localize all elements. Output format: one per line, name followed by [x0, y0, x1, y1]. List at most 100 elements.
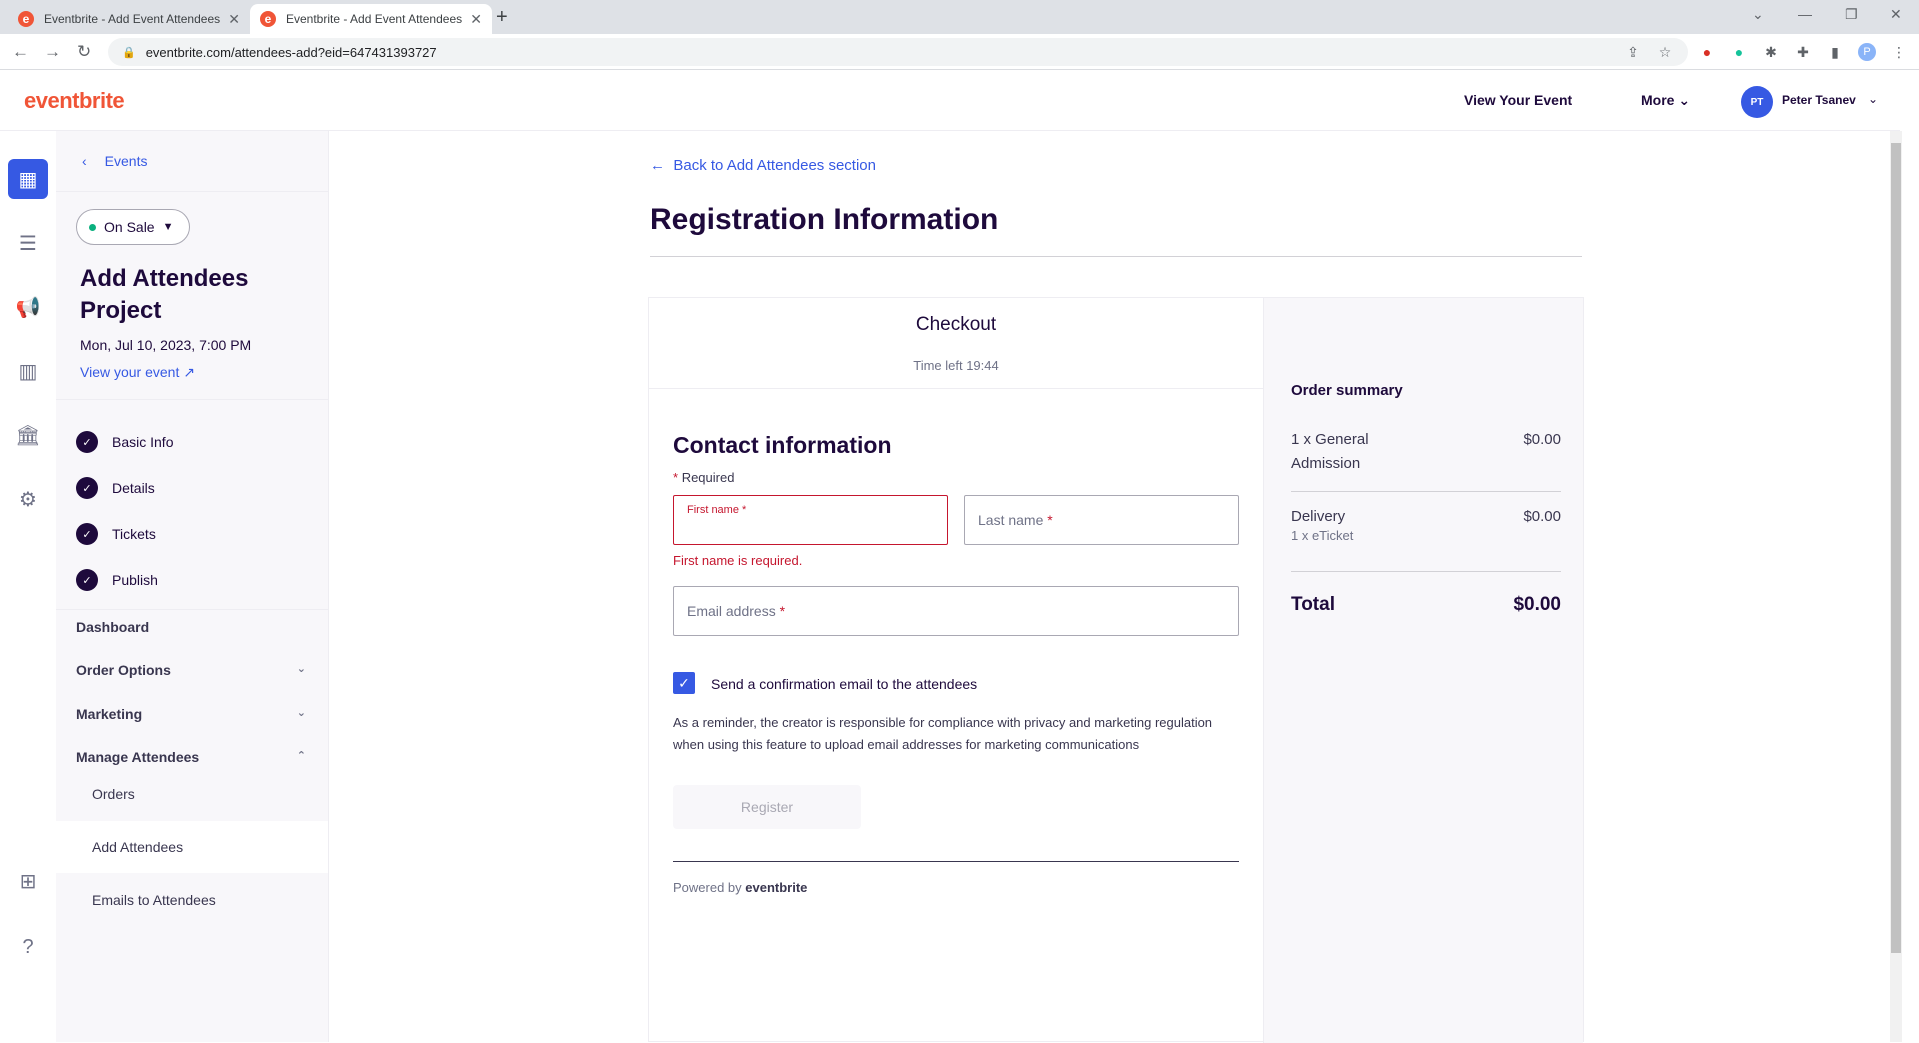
sub-nav-orders[interactable]: Orders [56, 768, 328, 820]
order-line-delivery: Delivery 1 x eTicket $0.00 [1291, 508, 1561, 543]
chevron-left-icon: ‹ [82, 153, 87, 169]
grammarly-icon[interactable]: ● [1730, 43, 1748, 61]
step-basic-info[interactable]: ✓ Basic Info [76, 431, 173, 453]
sub-nav-add-attendees[interactable]: Add Attendees [56, 821, 328, 873]
browser-tab-1[interactable]: e Eventbrite - Add Event Attendees ✕ [8, 4, 250, 34]
puzzle-extensions-icon[interactable]: ✚ [1794, 43, 1812, 61]
back-to-add-attendees-link[interactable]: ← Back to Add Attendees section [650, 157, 876, 174]
step-tickets[interactable]: ✓ Tickets [76, 523, 156, 545]
close-icon[interactable]: ✕ [228, 11, 240, 28]
last-name-field[interactable]: Last name * [964, 495, 1239, 545]
back-arrow-icon[interactable]: ← [12, 42, 29, 62]
nav-dashboard[interactable]: Dashboard [76, 619, 306, 635]
divider [673, 861, 1239, 862]
step-publish[interactable]: ✓ Publish [76, 569, 158, 591]
app-header: eventbrite View Your Event More ⌄ PT Pet… [0, 70, 1900, 131]
chevron-up-icon: ⌃ [296, 750, 306, 762]
more-menu[interactable]: More ⌄ [1641, 92, 1690, 109]
divider [650, 256, 1582, 257]
powered-by: Powered by eventbrite [673, 880, 807, 895]
user-avatar[interactable]: PT [1741, 86, 1773, 118]
sub-nav-emails-to-attendees[interactable]: Emails to Attendees [56, 874, 328, 926]
eventbrite-favicon-icon: e [18, 11, 34, 27]
step-details[interactable]: ✓ Details [76, 477, 155, 499]
bug-extension-icon[interactable]: ✱ [1762, 43, 1780, 61]
extension-red-icon[interactable]: ● [1698, 43, 1716, 61]
profile-avatar-icon[interactable]: P [1858, 43, 1876, 61]
status-dropdown[interactable]: On Sale ▼ [76, 209, 190, 245]
step-label: Details [112, 480, 155, 496]
nav-label: Marketing [76, 706, 143, 722]
divider [56, 609, 328, 610]
forward-arrow-icon[interactable]: → [44, 42, 61, 62]
new-tab-icon[interactable]: + [496, 6, 508, 29]
nav-label: Manage Attendees [76, 749, 200, 765]
chevron-down-icon: ⌄ [296, 663, 306, 675]
sub-nav-label: Orders [92, 786, 135, 802]
nav-marketing[interactable]: Marketing ⌄ [76, 706, 306, 722]
first-name-error: First name is required. [673, 553, 803, 568]
eventbrite-logo[interactable]: eventbrite [24, 88, 125, 114]
help-icon[interactable]: ? [8, 927, 48, 967]
bank-icon[interactable]: 🏛 [8, 415, 48, 455]
browser-tab-2[interactable]: e Eventbrite - Add Event Attendees ✕ [250, 4, 492, 34]
nav-label: Dashboard [76, 619, 150, 635]
kebab-menu-icon[interactable]: ⋮ [1890, 43, 1908, 61]
confirmation-checkbox[interactable]: ✓ [673, 672, 695, 694]
bar-chart-icon[interactable]: ▥ [8, 351, 48, 391]
checkout-widget: Checkout Time left 19:44 Contact informa… [648, 297, 1584, 1043]
nav-label: Order Options [76, 662, 171, 678]
confirmation-label[interactable]: Send a confirmation email to the attende… [711, 676, 977, 692]
contact-information-title: Contact information [673, 432, 892, 458]
orders-list-icon[interactable]: ☰ [8, 223, 48, 263]
step-label: Tickets [112, 526, 156, 542]
minimize-icon[interactable]: — [1798, 6, 1812, 22]
required-label: Required [681, 470, 735, 485]
register-button[interactable]: Register [673, 785, 861, 829]
share-icon[interactable]: ⇪ [1624, 43, 1642, 61]
chevron-down-icon[interactable]: ⌄ [1868, 92, 1878, 106]
compliance-reminder: As a reminder, the creator is responsibl… [673, 715, 1213, 752]
powered-by-label: Powered by [673, 880, 742, 895]
email-label: Email address [687, 603, 776, 619]
first-name-field[interactable]: First name * [673, 495, 948, 545]
reload-icon[interactable]: ↻ [77, 42, 91, 62]
user-name[interactable]: Peter Tsanev [1782, 93, 1856, 107]
lock-icon: 🔒 [122, 46, 136, 59]
more-label: More [1641, 92, 1675, 108]
check-circle-icon: ✓ [76, 523, 98, 545]
divider [56, 399, 328, 400]
required-note: * Required [673, 470, 735, 485]
window-close-icon[interactable]: ✕ [1890, 6, 1902, 23]
view-event-link[interactable]: View your event ↗ [80, 364, 195, 381]
browser-tab-strip: e Eventbrite - Add Event Attendees ✕ e E… [0, 0, 1919, 34]
sub-nav-label: Add Attendees [92, 839, 184, 855]
event-title: Add Attendees Project [80, 265, 249, 324]
gear-icon[interactable]: ⚙ [8, 479, 48, 519]
page-title: Registration Information [650, 203, 999, 236]
side-panel-icon[interactable]: ▮ [1826, 43, 1844, 61]
check-circle-icon: ✓ [76, 431, 98, 453]
tab-search-icon[interactable]: ⌄ [1752, 6, 1764, 23]
megaphone-icon[interactable]: 📢 [8, 287, 48, 327]
restore-icon[interactable]: ❐ [1845, 6, 1858, 23]
ticket-line-label: 1 x General Admission [1291, 431, 1369, 472]
status-label: On Sale [104, 219, 155, 235]
step-label: Publish [112, 572, 158, 588]
nav-order-options[interactable]: Order Options ⌄ [76, 662, 306, 678]
delivery-amount: $0.00 [1523, 508, 1561, 525]
back-to-events-link[interactable]: ‹ Events [82, 153, 147, 169]
calendar-icon[interactable]: ▦ [8, 159, 48, 199]
page-scrollbar[interactable] [1890, 131, 1902, 1042]
email-field[interactable]: Email address * [673, 586, 1239, 636]
total-amount: $0.00 [1513, 594, 1561, 615]
address-bar[interactable]: 🔒 eventbrite.com/attendees-add?eid=64743… [108, 38, 1688, 66]
bookmark-star-icon[interactable]: ☆ [1656, 43, 1674, 61]
view-event-label: View your event [80, 364, 180, 380]
close-icon[interactable]: ✕ [470, 11, 482, 28]
arrow-left-icon: ← [650, 157, 665, 174]
apps-grid-icon[interactable]: ⊞ [8, 861, 48, 901]
nav-manage-attendees[interactable]: Manage Attendees ⌃ [76, 749, 306, 765]
scrollbar-thumb[interactable] [1891, 143, 1901, 953]
view-your-event-link[interactable]: View Your Event [1464, 92, 1572, 108]
